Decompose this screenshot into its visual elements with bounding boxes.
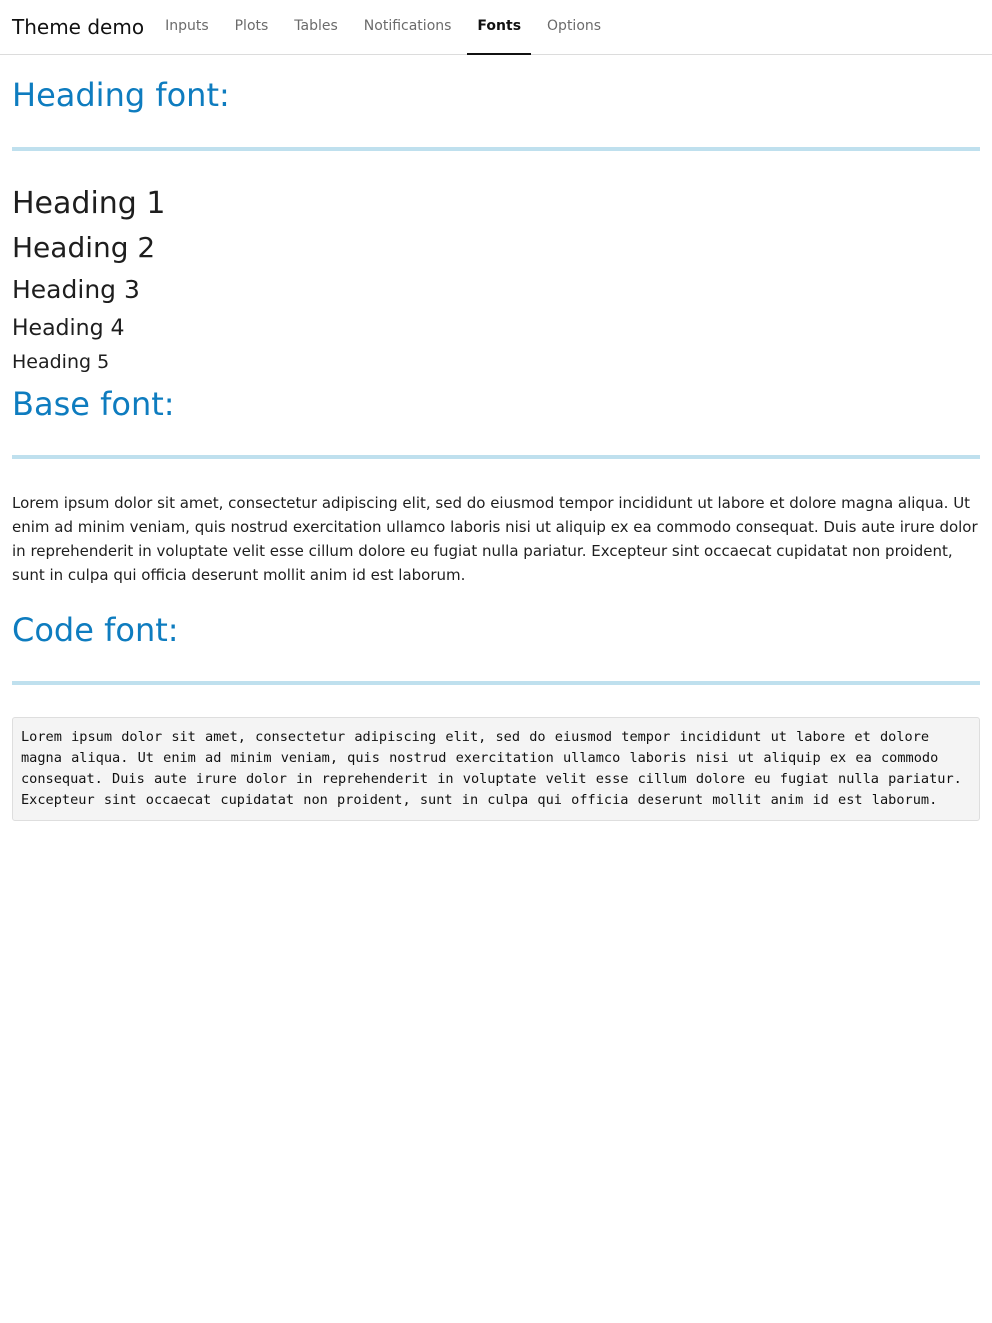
base-font-sample-text: Lorem ipsum dolor sit amet, consectetur …	[12, 494, 978, 584]
section-divider	[12, 455, 980, 459]
heading-4-sample: Heading 4	[12, 316, 125, 341]
nav-tabs: Inputs Plots Tables Notifications Fonts …	[155, 0, 617, 55]
heading-samples: Heading 1 Heading 2 Heading 3 Heading 4 …	[12, 151, 980, 375]
heading-1-sample: Heading 1	[12, 186, 166, 221]
code-font-title: Code font:	[12, 611, 179, 649]
heading-2-sample: Heading 2	[12, 231, 156, 264]
top-navbar: Theme demo Inputs Plots Tables Notificat…	[0, 0, 992, 55]
tab-plots[interactable]: Plots	[225, 0, 279, 54]
heading-font-title: Heading font:	[12, 76, 230, 114]
base-font-title: Base font:	[12, 385, 175, 423]
tab-options[interactable]: Options	[537, 0, 611, 54]
app-brand[interactable]: Theme demo	[12, 0, 144, 54]
tab-tables[interactable]: Tables	[284, 0, 348, 54]
tab-notifications[interactable]: Notifications	[354, 0, 462, 54]
section-divider	[12, 681, 980, 685]
fonts-tab-content: Heading font: Heading 1 Heading 2 Headin…	[0, 55, 992, 821]
heading-5-sample: Heading 5	[12, 351, 110, 373]
heading-3-sample: Heading 3	[12, 275, 140, 304]
code-font-sample-block: Lorem ipsum dolor sit amet, consectetur …	[12, 717, 980, 821]
tab-inputs[interactable]: Inputs	[155, 0, 219, 54]
tab-fonts[interactable]: Fonts	[467, 0, 531, 55]
